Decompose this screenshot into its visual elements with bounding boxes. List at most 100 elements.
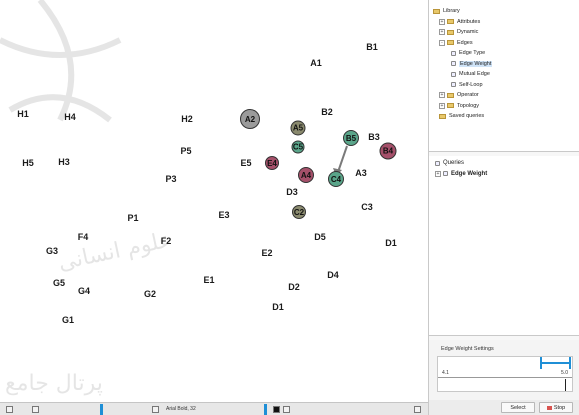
histogram-bar [565, 379, 566, 391]
node-a2[interactable]: A2 [240, 109, 260, 129]
toolbar-separator [264, 404, 267, 415]
library-item-saved-queries[interactable]: Saved queries [429, 111, 579, 122]
text-size-icon[interactable] [32, 406, 39, 413]
library-item-label: Saved queries [449, 113, 485, 120]
library-item-library[interactable]: Library [429, 6, 579, 17]
font-label[interactable]: Arial Bold, 32 [166, 406, 196, 412]
node-size-icon[interactable] [6, 406, 13, 413]
node-label-g1[interactable]: G1 [62, 315, 74, 325]
node-label-g5[interactable]: G5 [53, 278, 65, 288]
node-label-e3[interactable]: E3 [218, 210, 229, 220]
label-color-icon[interactable] [283, 406, 290, 413]
library-item-mutual-edge[interactable]: Mutual Edge [429, 69, 579, 80]
font-icon[interactable] [152, 406, 159, 413]
node-label-g4[interactable]: G4 [78, 286, 90, 296]
node-label-b2[interactable]: B2 [321, 107, 333, 117]
node-a4[interactable]: A4 [298, 167, 314, 183]
range-handle-low[interactable] [540, 357, 542, 369]
edge-weight-settings: Edge Weight Settings 4.1 5.0 [429, 340, 579, 400]
filter-icon [451, 82, 456, 88]
filter-icon [443, 171, 448, 177]
node-b4[interactable]: B4 [379, 142, 397, 160]
expand-icon[interactable]: + [435, 170, 441, 177]
queries-header[interactable]: Queries [429, 158, 579, 169]
graph-canvas[interactable]: علوم انسانی پرتال جامع A1 B1 H1 H4 H2 B2 B3 H5 H… [0, 0, 428, 402]
range-max-label: 5.0 [561, 370, 568, 376]
right-panel: Library + Attributes + Dynamic - Edges Edge Typ… [428, 0, 579, 415]
range-slider[interactable]: 4.1 5.0 [437, 356, 573, 392]
expand-icon[interactable]: + [439, 102, 445, 109]
node-label-g2[interactable]: G2 [144, 289, 156, 299]
node-label-h4[interactable]: H4 [64, 112, 76, 122]
node-label-e2[interactable]: E2 [261, 248, 272, 258]
node-label-h2[interactable]: H2 [181, 114, 193, 124]
node-label-a1[interactable]: A1 [310, 58, 322, 68]
range-handle-high[interactable] [569, 357, 571, 369]
filter-icon [451, 50, 456, 56]
expand-icon[interactable]: - [439, 39, 445, 46]
library-item-label: Operator [457, 92, 479, 99]
node-label-p5[interactable]: P5 [180, 146, 191, 156]
library-item-attributes[interactable]: + Attributes [429, 17, 579, 28]
node-b5[interactable]: B5 [343, 130, 359, 146]
node-label-p1[interactable]: P1 [127, 213, 138, 223]
node-label-h3[interactable]: H3 [58, 157, 70, 167]
node-label-g3[interactable]: G3 [46, 246, 58, 256]
library-item-dynamic[interactable]: + Dynamic [429, 27, 579, 38]
library-item-label: Mutual Edge [459, 71, 490, 78]
node-label-d3[interactable]: D3 [286, 187, 298, 197]
node-label-f2[interactable]: F2 [161, 236, 172, 246]
folder-icon [439, 113, 446, 119]
node-label-h5[interactable]: H5 [22, 158, 34, 168]
node-label-d2[interactable]: D2 [288, 282, 300, 292]
node-label-d4[interactable]: D4 [327, 270, 339, 280]
graph-edge[interactable] [337, 145, 348, 173]
queries-title: Queries [443, 160, 465, 167]
node-label-b1[interactable]: B1 [366, 42, 378, 52]
expand-icon[interactable]: + [439, 92, 445, 99]
filter-library-tree: Library + Attributes + Dynamic - Edges Edge Typ… [429, 0, 579, 152]
library-item-edge-weight[interactable]: Edge Weight [429, 59, 579, 70]
library-item-topology[interactable]: + Topology [429, 101, 579, 112]
toolbar-separator [100, 404, 103, 415]
histogram-baseline [438, 377, 572, 378]
node-label-d1b[interactable]: D1 [272, 302, 284, 312]
library-item-edges[interactable]: - Edges [429, 38, 579, 49]
node-label-c3[interactable]: C3 [361, 202, 373, 212]
node-label-f4[interactable]: F4 [78, 232, 89, 242]
node-label-e1[interactable]: E1 [203, 275, 214, 285]
node-label-b3[interactable]: B3 [368, 132, 380, 142]
color-swatch-icon[interactable] [273, 406, 280, 413]
settings-title: Edge Weight Settings [441, 346, 494, 352]
node-a5[interactable]: A5 [290, 120, 306, 136]
node-label-d5[interactable]: D5 [314, 232, 326, 242]
folder-icon [447, 40, 454, 46]
folder-icon [433, 8, 440, 14]
node-label-a3[interactable]: A3 [355, 168, 367, 178]
node-e4[interactable]: E4 [265, 156, 279, 170]
filter-icon [451, 61, 456, 67]
bottom-toolbar: Arial Bold, 32 [0, 402, 428, 415]
settings-icon[interactable] [414, 406, 421, 413]
select-button[interactable]: Select [501, 402, 535, 413]
range-selection[interactable] [540, 362, 570, 364]
library-item-label: Topology [457, 102, 480, 109]
node-label-p3[interactable]: P3 [165, 174, 176, 184]
node-c5[interactable]: C5 [291, 140, 305, 154]
queries-panel: Queries + Edge Weight [429, 156, 579, 336]
node-label-e5[interactable]: E5 [240, 158, 251, 168]
node-label-h1[interactable]: H1 [17, 109, 29, 119]
library-item-self-loop[interactable]: Self-Loop [429, 80, 579, 91]
expand-icon[interactable]: + [439, 29, 445, 36]
library-item-edge-type[interactable]: Edge Type [429, 48, 579, 59]
expand-icon[interactable]: + [439, 18, 445, 25]
library-item-operator[interactable]: + Operator [429, 90, 579, 101]
node-label-d1[interactable]: D1 [385, 238, 397, 248]
library-item-label: Edges [457, 39, 473, 46]
query-item-label: Edge Weight [451, 170, 488, 177]
query-item[interactable]: + Edge Weight [429, 169, 579, 180]
stop-button[interactable]: Stop [539, 402, 573, 413]
node-c4[interactable]: C4 [328, 171, 344, 187]
node-c2[interactable]: C2 [292, 205, 306, 219]
folder-icon [447, 19, 454, 25]
